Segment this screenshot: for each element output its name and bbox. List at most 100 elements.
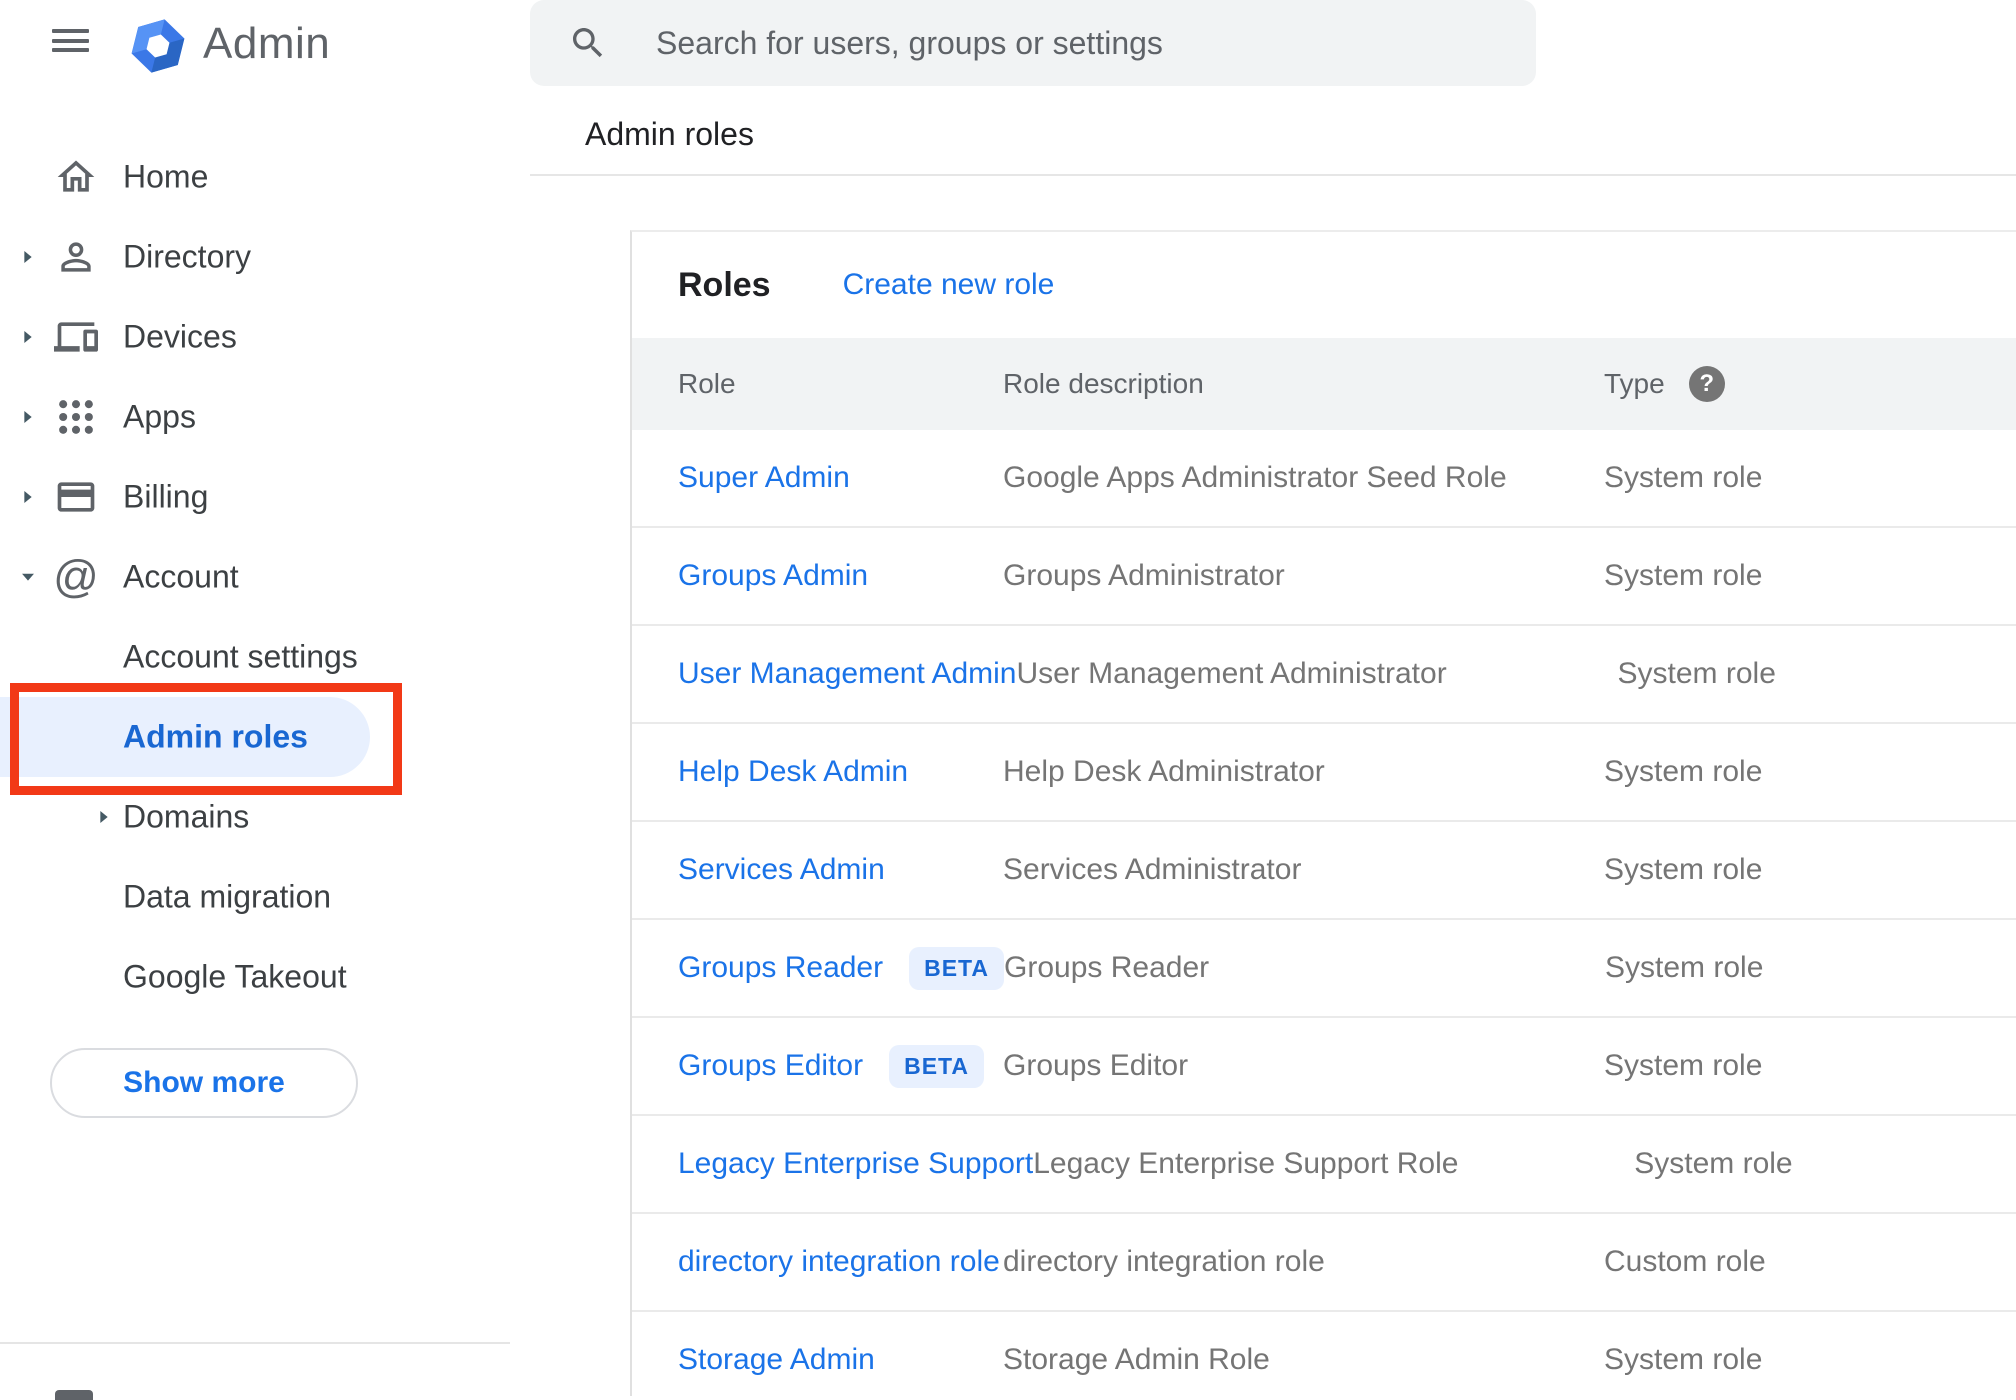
role-description: User Management Administrator xyxy=(1017,657,1618,691)
role-link[interactable]: Services Admin xyxy=(678,853,885,887)
expand-arrow-icon[interactable] xyxy=(16,325,40,349)
sidebar-item-domains[interactable]: Domains xyxy=(0,777,530,857)
at-icon: @ xyxy=(52,553,100,601)
admin-logo-icon[interactable] xyxy=(127,15,189,75)
role-link[interactable]: Groups Reader xyxy=(678,951,883,985)
column-header-type: Type ? xyxy=(1604,366,2016,402)
devices-icon xyxy=(52,313,100,361)
sidebar-item-apps[interactable]: Apps xyxy=(0,377,530,457)
sidebar-item-directory[interactable]: Directory xyxy=(0,217,530,297)
role-cell: Services Admin xyxy=(632,853,1003,887)
role-cell: Groups Admin xyxy=(632,559,1003,593)
sidebar-nav: Home Directory Devices Apps Billing @ Ac… xyxy=(0,137,530,1017)
sidebar-item-label: Billing xyxy=(123,479,208,516)
table-row: Groups Reader BETA Groups Reader System … xyxy=(632,920,2016,1018)
column-header-type-label: Type xyxy=(1604,368,1665,400)
create-new-role-link[interactable]: Create new role xyxy=(843,268,1055,302)
role-cell: Groups Reader BETA xyxy=(632,947,1004,990)
sidebar-item-label: Account settings xyxy=(123,639,358,676)
home-icon xyxy=(52,153,100,201)
sidebar-item-label: Data migration xyxy=(123,879,331,916)
role-type: Custom role xyxy=(1604,1245,2016,1279)
sidebar-item-google-takeout[interactable]: Google Takeout xyxy=(0,937,530,1017)
role-type: System role xyxy=(1605,951,2016,985)
header-divider xyxy=(530,174,2016,176)
show-more-button[interactable]: Show more xyxy=(50,1048,358,1118)
table-row: Help Desk Admin Help Desk Administrator … xyxy=(632,724,2016,822)
sidebar-bottom-divider xyxy=(0,1342,510,1344)
role-description: Groups Administrator xyxy=(1003,559,1604,593)
role-description: directory integration role xyxy=(1003,1245,1604,1279)
beta-badge: BETA xyxy=(909,947,1004,990)
sidebar-item-label: Apps xyxy=(123,399,196,436)
expand-arrow-icon[interactable] xyxy=(16,405,40,429)
role-cell: Groups Editor BETA xyxy=(632,1045,1003,1088)
table-row: Services Admin Services Administrator Sy… xyxy=(632,822,2016,920)
role-cell: directory integration role xyxy=(632,1245,1003,1279)
sidebar-item-data-migration[interactable]: Data migration xyxy=(0,857,530,937)
role-cell: Super Admin xyxy=(632,461,1003,495)
sidebar-item-label: Devices xyxy=(123,319,237,356)
app-title: Admin xyxy=(203,19,330,69)
sidebar-item-billing[interactable]: Billing xyxy=(0,457,530,537)
table-row: User Management Admin User Management Ad… xyxy=(632,626,2016,724)
column-header-description: Role description xyxy=(1003,368,1604,400)
role-description: Google Apps Administrator Seed Role xyxy=(1003,461,1604,495)
role-cell: Legacy Enterprise Support xyxy=(632,1147,1033,1181)
role-link[interactable]: Legacy Enterprise Support xyxy=(678,1147,1033,1181)
roles-card-header: Roles Create new role xyxy=(632,232,2016,338)
role-link[interactable]: Groups Admin xyxy=(678,559,868,593)
help-icon[interactable]: ? xyxy=(1689,366,1725,402)
roles-title: Roles xyxy=(678,266,771,305)
sidebar-item-label: Home xyxy=(123,159,208,196)
role-description: Help Desk Administrator xyxy=(1003,755,1604,789)
expand-arrow-icon[interactable] xyxy=(92,805,116,829)
search-input[interactable] xyxy=(654,24,1506,63)
sidebar-item-label: Directory xyxy=(123,239,251,276)
role-link[interactable]: Help Desk Admin xyxy=(678,755,908,789)
role-type: System role xyxy=(1604,461,2016,495)
search-bar[interactable] xyxy=(530,0,1536,86)
person-icon xyxy=(52,233,100,281)
table-row: Legacy Enterprise Support Legacy Enterpr… xyxy=(632,1116,2016,1214)
table-header: Role Role description Type ? xyxy=(632,338,2016,430)
role-link[interactable]: Super Admin xyxy=(678,461,850,495)
role-cell: Help Desk Admin xyxy=(632,755,1003,789)
collapse-arrow-icon[interactable] xyxy=(16,565,40,589)
table-row: Super Admin Google Apps Administrator Se… xyxy=(632,430,2016,528)
sidebar-item-label: Account xyxy=(123,559,239,596)
expand-arrow-icon[interactable] xyxy=(16,245,40,269)
role-description: Groups Reader xyxy=(1004,951,1605,985)
sidebar-item-account[interactable]: @ Account xyxy=(0,537,530,617)
role-type: System role xyxy=(1618,657,2016,691)
breadcrumb: Admin roles xyxy=(585,116,754,153)
role-link[interactable]: User Management Admin xyxy=(678,657,1017,691)
role-type: System role xyxy=(1604,559,2016,593)
menu-icon[interactable] xyxy=(52,29,89,52)
role-description: Services Administrator xyxy=(1003,853,1604,887)
role-type: System role xyxy=(1604,853,2016,887)
table-row: Groups Admin Groups Administrator System… xyxy=(632,528,2016,626)
sidebar-item-admin-roles[interactable]: Admin roles xyxy=(0,697,530,777)
role-type: System role xyxy=(1604,1343,2016,1377)
clipped-nav-icon xyxy=(55,1390,93,1400)
sidebar-item-home[interactable]: Home xyxy=(0,137,530,217)
role-description: Groups Editor xyxy=(1003,1049,1604,1083)
sidebar-item-account-settings[interactable]: Account settings xyxy=(0,617,530,697)
role-link[interactable]: directory integration role xyxy=(678,1245,1000,1279)
search-icon xyxy=(568,23,608,63)
card-icon xyxy=(52,473,100,521)
column-header-role: Role xyxy=(632,368,1003,400)
role-description: Storage Admin Role xyxy=(1003,1343,1604,1377)
role-type: System role xyxy=(1604,755,2016,789)
sidebar: Admin Home Directory Devices Apps Billin… xyxy=(0,0,530,1396)
expand-arrow-icon[interactable] xyxy=(16,485,40,509)
role-cell: User Management Admin xyxy=(632,657,1017,691)
role-description: Legacy Enterprise Support Role xyxy=(1033,1147,1634,1181)
roles-card: Roles Create new role Role Role descript… xyxy=(630,230,2016,1396)
sidebar-item-label: Domains xyxy=(123,799,249,836)
role-link[interactable]: Storage Admin xyxy=(678,1343,875,1377)
table-row: Storage Admin Storage Admin Role System … xyxy=(632,1312,2016,1396)
role-link[interactable]: Groups Editor xyxy=(678,1049,863,1083)
sidebar-item-devices[interactable]: Devices xyxy=(0,297,530,377)
